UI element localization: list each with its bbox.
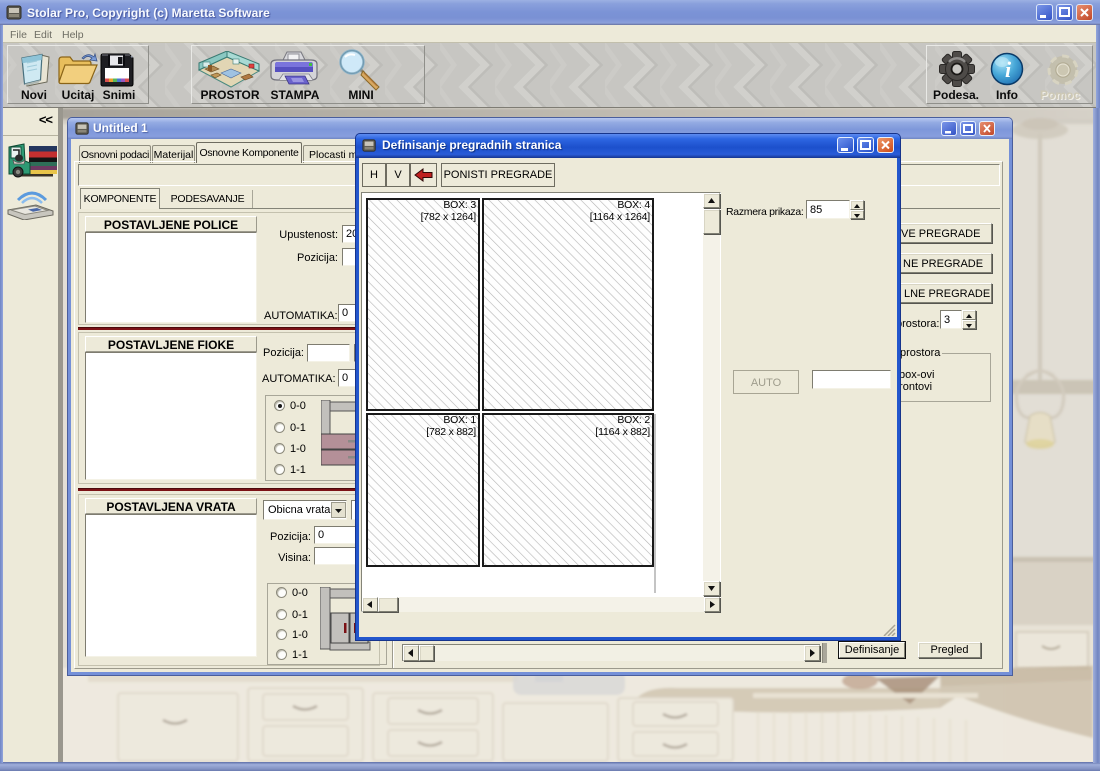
- svg-text:i: i: [1005, 57, 1012, 82]
